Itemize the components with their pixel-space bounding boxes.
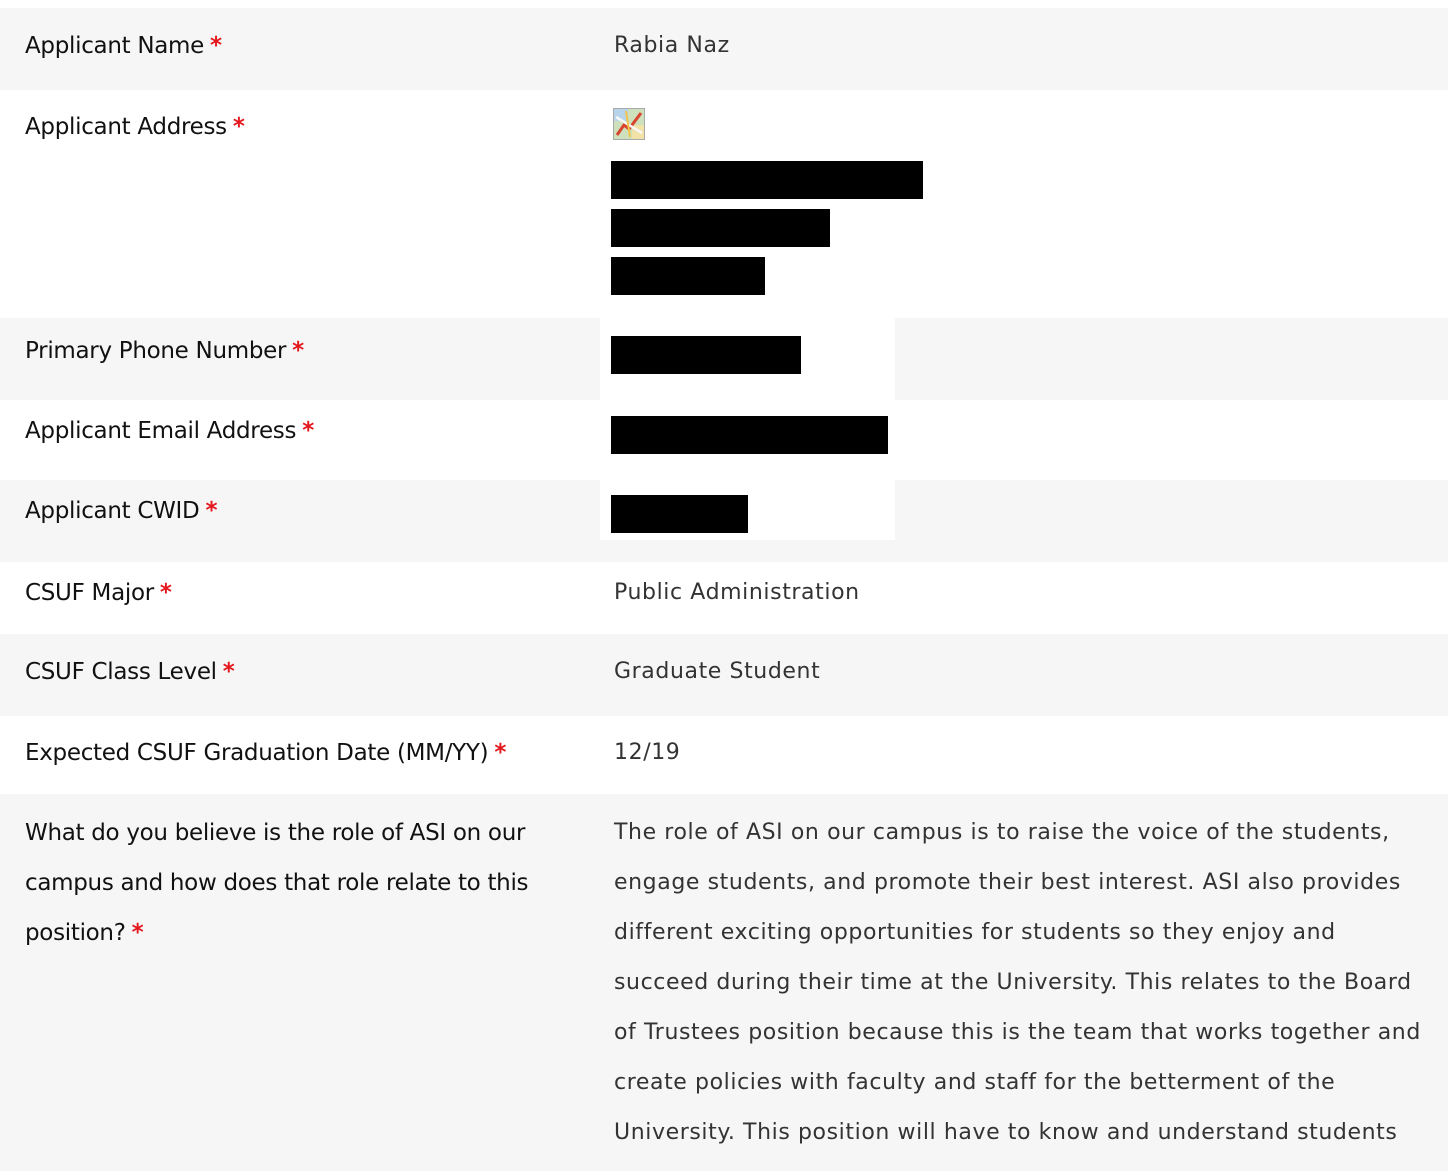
field-value-csuf-major: Public Administration (614, 580, 860, 605)
label-text: Applicant Email Address (25, 418, 297, 444)
row-csuf-major: CSUF Major * Public Administration (0, 562, 1448, 634)
redacted-email (611, 416, 888, 454)
label-text: Expected CSUF Graduation Date (MM/YY) (25, 740, 489, 766)
redacted-phone (611, 336, 801, 374)
field-label-applicant-name: Applicant Name * (25, 21, 585, 71)
field-value-expected-graduation: 12/19 (614, 740, 681, 765)
required-marker: * (292, 338, 304, 364)
field-value-csuf-class-level: Graduate Student (614, 659, 821, 684)
field-value-applicant-name: Rabia Naz (614, 33, 730, 58)
label-text: Applicant Name (25, 33, 205, 59)
field-label-expected-graduation: Expected CSUF Graduation Date (MM/YY) * (25, 728, 585, 778)
field-label-applicant-address: Applicant Address * (25, 102, 585, 152)
field-label-applicant-email: Applicant Email Address * (25, 406, 585, 456)
field-label-csuf-class-level: CSUF Class Level * (25, 647, 585, 697)
label-text: CSUF Class Level (25, 659, 217, 685)
required-marker: * (205, 498, 218, 524)
required-marker: * (210, 33, 222, 59)
field-label-primary-phone: Primary Phone Number * (25, 326, 585, 376)
map-icon-graphic (614, 109, 644, 139)
row-csuf-class-level: CSUF Class Level * Graduate Student (0, 634, 1448, 716)
redacted-address-line-2 (611, 209, 830, 247)
required-marker: * (302, 418, 314, 444)
row-asi-role-question: What do you believe is the role of ASI o… (0, 794, 1448, 1171)
redacted-cwid (611, 495, 748, 533)
required-marker: * (159, 580, 172, 606)
row-applicant-name: Applicant Name * Rabia Naz (0, 8, 1448, 90)
field-label-applicant-cwid: Applicant CWID * (25, 486, 585, 536)
required-marker: * (494, 740, 507, 766)
required-marker: * (232, 114, 245, 140)
label-text: Applicant CWID (25, 498, 200, 524)
field-label-csuf-major: CSUF Major * (25, 568, 585, 618)
label-text: What do you believe is the role of ASI o… (25, 820, 529, 946)
label-text: Primary Phone Number (25, 338, 287, 364)
label-text: CSUF Major (25, 580, 154, 606)
required-marker: * (222, 659, 235, 685)
field-value-asi-role: The role of ASI on our campus is to rais… (614, 820, 1421, 1145)
required-marker: * (131, 920, 144, 946)
map-icon[interactable] (613, 108, 645, 140)
row-expected-graduation: Expected CSUF Graduation Date (MM/YY) * 1… (0, 716, 1448, 794)
field-label-asi-role: What do you believe is the role of ASI o… (25, 808, 570, 958)
redacted-address-line-3 (611, 257, 765, 295)
label-text: Applicant Address (25, 114, 227, 140)
redacted-address-line-1 (611, 161, 923, 199)
